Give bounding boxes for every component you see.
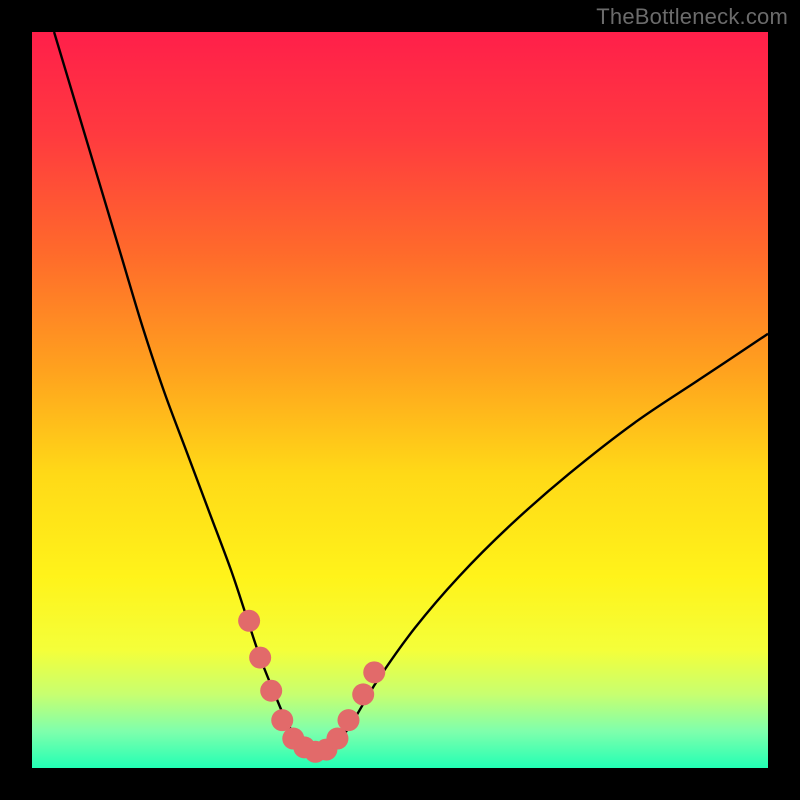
curve-marker: [260, 680, 282, 702]
bottleneck-chart: [32, 32, 768, 768]
chart-frame: TheBottleneck.com: [0, 0, 800, 800]
curve-marker: [271, 709, 293, 731]
watermark-text: TheBottleneck.com: [596, 4, 788, 30]
curve-marker: [363, 661, 385, 683]
curve-marker: [238, 610, 260, 632]
curve-marker: [326, 728, 348, 750]
curve-marker: [352, 683, 374, 705]
curve-marker: [249, 647, 271, 669]
curve-marker: [337, 709, 359, 731]
plot-background: [32, 32, 768, 768]
